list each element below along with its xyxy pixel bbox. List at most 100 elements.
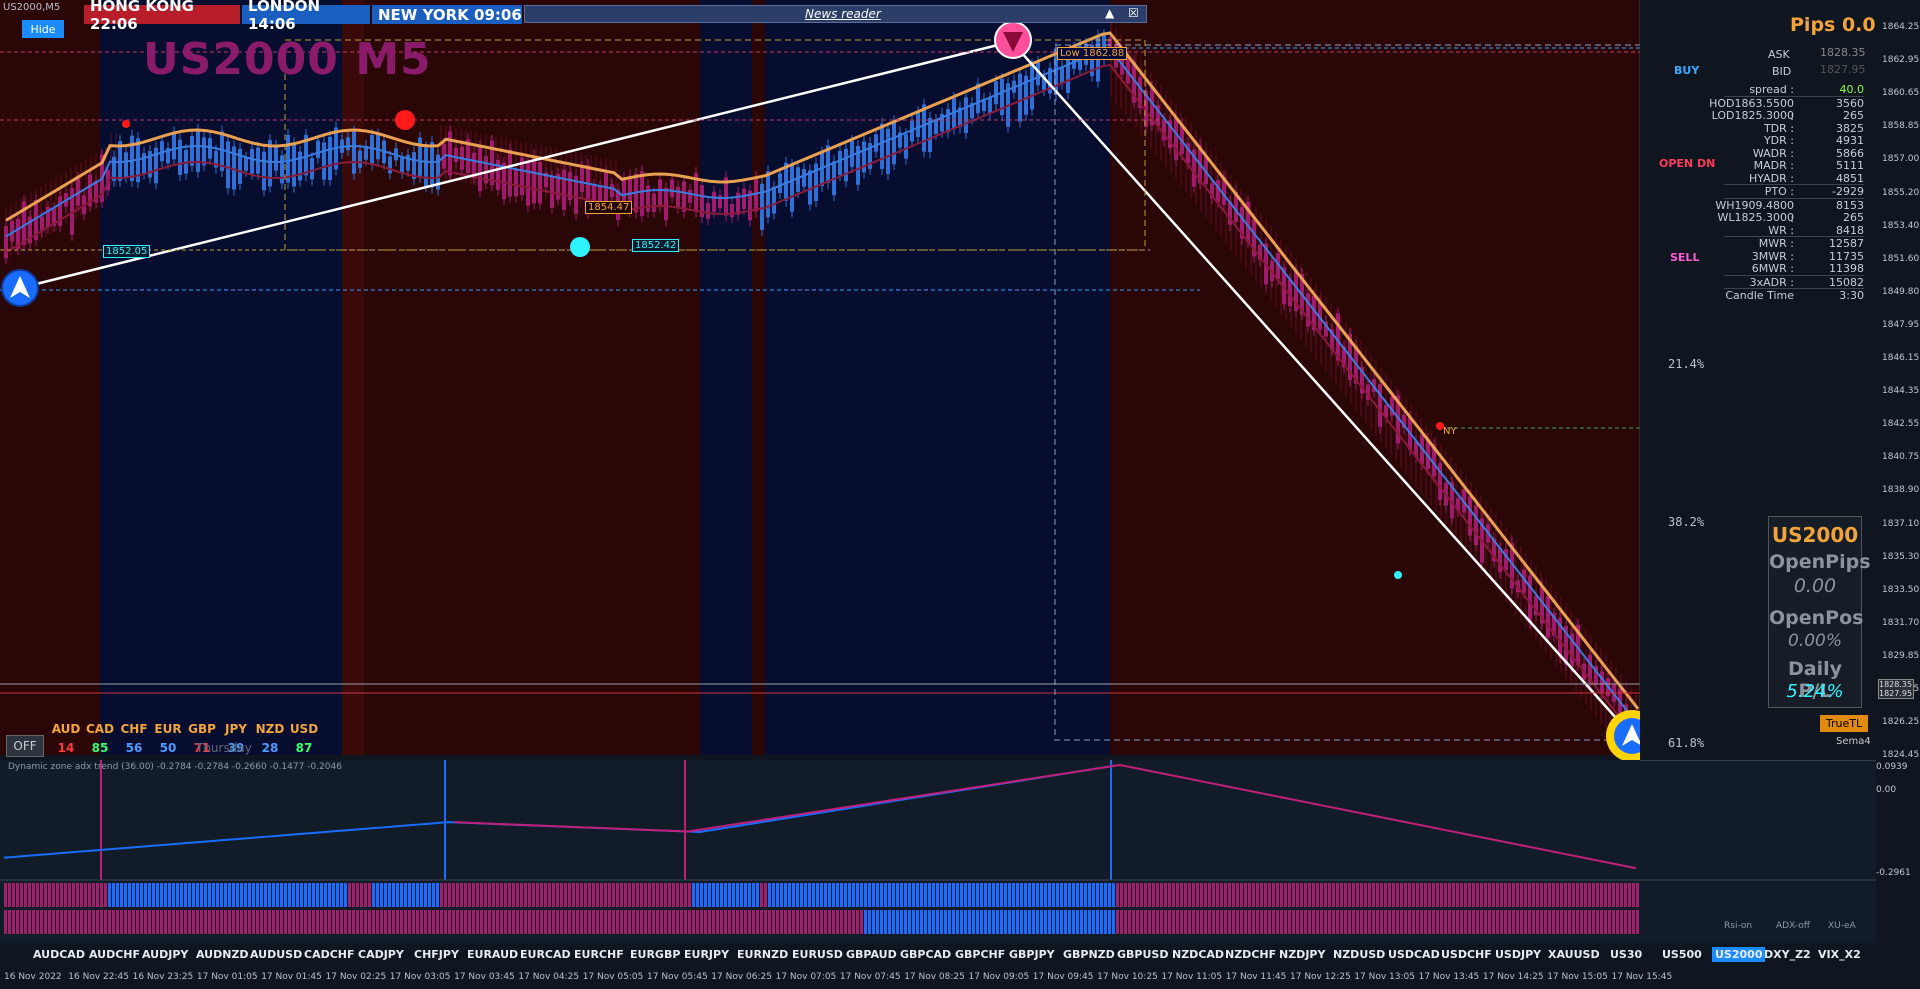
symbol-button[interactable]: EURAUD: [467, 948, 518, 961]
strength-bar-bottom: [656, 910, 659, 934]
close-icon[interactable]: ☒: [1128, 6, 1139, 20]
strength-bar-bottom: [1416, 910, 1419, 934]
strength-bar-bottom: [356, 910, 359, 934]
symbol-button[interactable]: US30: [1610, 948, 1642, 961]
strength-bar-bottom: [720, 910, 723, 934]
symbol-button[interactable]: USDJPY: [1495, 948, 1541, 961]
symbol-button[interactable]: AUDUSD: [250, 948, 302, 961]
strength-bar-top: [1148, 883, 1151, 907]
session-band: [342, 0, 700, 760]
strength-bar-top: [1628, 883, 1631, 907]
stats-label: MADR :: [1753, 159, 1794, 172]
minimize-icon[interactable]: ▲: [1105, 6, 1114, 20]
symbol-button[interactable]: GBPAUD: [846, 948, 897, 961]
symbol-button[interactable]: GBPNZD: [1063, 948, 1115, 961]
symbol-button[interactable]: AUDCHF: [89, 948, 140, 961]
stats-label: WR :: [1768, 223, 1794, 237]
strength-bar-bottom: [1116, 910, 1119, 934]
strength-bar-bottom: [832, 910, 835, 934]
hide-button[interactable]: Hide: [22, 20, 64, 38]
strength-bar-top: [660, 883, 663, 907]
strength-bar-bottom: [1052, 910, 1055, 934]
symbol-button[interactable]: EURGBP: [630, 948, 680, 961]
symbol-button[interactable]: GBPUSD: [1117, 948, 1168, 961]
strength-bar-bottom: [672, 910, 675, 934]
strength-bar-bottom: [1120, 910, 1123, 934]
symbol-button[interactable]: VIX_X2: [1818, 948, 1861, 961]
strength-bar-top: [892, 883, 895, 907]
strength-bar-top: [1024, 883, 1027, 907]
strength-bar-top: [960, 883, 963, 907]
symbol-button[interactable]: CADJPY: [358, 948, 404, 961]
symbol-button[interactable]: EURCAD: [520, 948, 571, 961]
strength-bar-bottom: [400, 910, 403, 934]
symbol-button[interactable]: EURUSD: [792, 948, 843, 961]
strength-bar-top: [1144, 883, 1147, 907]
symbol-button[interactable]: GBPCAD: [900, 948, 951, 961]
strength-bar-bottom: [312, 910, 315, 934]
truetl-button[interactable]: TrueTL: [1820, 715, 1868, 732]
symbol-button[interactable]: CADCHF: [304, 948, 355, 961]
symbol-button[interactable]: AUDCAD: [33, 948, 85, 961]
strength-bar-bottom: [332, 910, 335, 934]
symbol-button[interactable]: EURJPY: [684, 948, 729, 961]
strength-bar-top: [1332, 883, 1335, 907]
candle-body: [322, 142, 326, 180]
strength-bar-top: [1036, 883, 1039, 907]
symbol-button[interactable]: NZDUSD: [1333, 948, 1385, 961]
indicator-label: Dynamic zone adx trend (36.00) -0.2784 -…: [8, 762, 342, 772]
open-dn-label: OPEN DN: [1659, 157, 1716, 170]
strength-bar-bottom: [1452, 910, 1455, 934]
symbol-button[interactable]: GBPCHF: [955, 948, 1005, 961]
symbol-button[interactable]: NZDJPY: [1279, 948, 1325, 961]
strength-bar-bottom: [892, 910, 895, 934]
session-band: [100, 0, 342, 760]
strength-bar-top: [136, 883, 139, 907]
symbol-button[interactable]: NZDCAD: [1172, 948, 1224, 961]
strength-bar-bottom: [36, 910, 39, 934]
news-reader-bar[interactable]: News reader ▲ ☒: [524, 5, 1147, 23]
session-band: [765, 0, 1110, 760]
symbol-button[interactable]: US2000: [1712, 947, 1766, 962]
strength-bar-bottom: [276, 910, 279, 934]
symbol-button[interactable]: AUDJPY: [142, 948, 188, 961]
symbol-button[interactable]: GBPJPY: [1009, 948, 1055, 961]
strength-bar-top: [692, 883, 695, 907]
off-button[interactable]: OFF: [6, 735, 44, 757]
strength-bar-top: [844, 883, 847, 907]
time-axis-label: 17 Nov 07:45: [839, 972, 901, 982]
strength-bar-bottom: [408, 910, 411, 934]
strength-bar-top: [1568, 883, 1571, 907]
symbol-button[interactable]: EURCHF: [574, 948, 624, 961]
cyan-dot-marker: [1394, 571, 1402, 579]
symbol-button[interactable]: USDCHF: [1441, 948, 1492, 961]
symbol-button[interactable]: USDCAD: [1388, 948, 1440, 961]
strength-bar-bottom: [952, 910, 955, 934]
strength-bar-bottom: [300, 910, 303, 934]
strength-bar-top: [272, 883, 275, 907]
symbol-button[interactable]: AUDNZD: [196, 948, 249, 961]
symbol-button[interactable]: CHFJPY: [414, 948, 459, 961]
symbol-button[interactable]: DXY_Z2: [1764, 948, 1811, 961]
strength-bar-bottom: [1308, 910, 1311, 934]
strength-bar-top: [64, 883, 67, 907]
strength-bar-top: [1516, 883, 1519, 907]
symbol-button[interactable]: XAUUSD: [1548, 948, 1600, 961]
strength-bar-top: [1460, 883, 1463, 907]
strength-bar-top: [904, 883, 907, 907]
strength-bar-bottom: [380, 910, 383, 934]
indicator-chart[interactable]: [0, 760, 1876, 943]
news-reader-title[interactable]: News reader: [805, 7, 881, 21]
strength-bar-top: [816, 883, 819, 907]
strength-bar-top: [164, 883, 167, 907]
strength-bar-top: [952, 883, 955, 907]
strength-bar-bottom: [1248, 910, 1251, 934]
strength-bar-top: [1564, 883, 1567, 907]
strength-bar-top: [148, 883, 151, 907]
price-chart[interactable]: [0, 0, 1876, 760]
symbol-button[interactable]: US500: [1662, 948, 1702, 961]
strength-bar-top: [520, 883, 523, 907]
strength-bar-top: [120, 883, 123, 907]
symbol-button[interactable]: NZDCHF: [1225, 948, 1276, 961]
symbol-button[interactable]: EURNZD: [737, 948, 788, 961]
